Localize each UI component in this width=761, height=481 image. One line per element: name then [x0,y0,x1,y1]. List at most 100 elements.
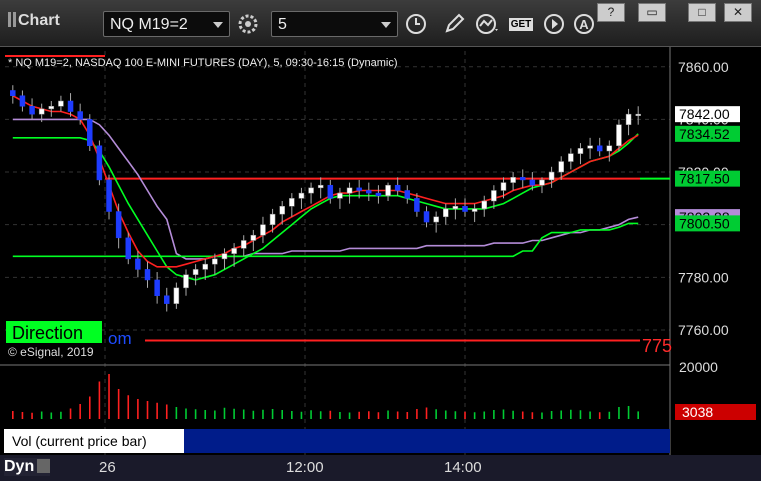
y-tick-label: 7860.00 [678,59,729,75]
candle [491,190,497,202]
candle [462,206,468,212]
candle [67,100,74,112]
candle [606,145,613,152]
chevron-down-icon[interactable] [381,22,391,28]
get-icon[interactable]: GET [506,11,536,37]
title-bar: Chart NQ M19=2 5 GET A ? ▭ □ ✕ [0,0,761,47]
clock-icon[interactable] [402,11,430,37]
candle [87,119,93,146]
candle [221,253,228,260]
symbol-value: NQ M19=2 [110,16,188,33]
partial-label: om [108,329,132,348]
candle [19,95,26,107]
candle [183,274,189,289]
grip-icon [13,12,16,27]
candle [29,106,35,115]
candle [558,161,564,173]
x-tick-1400: 14:00 [444,459,482,476]
candle [48,106,55,110]
chevron-down-icon[interactable] [213,22,223,28]
maximize-button[interactable]: □ [688,3,716,22]
candle [38,108,45,115]
candle [58,100,64,107]
candle [173,287,180,304]
candle [260,224,266,236]
candle [192,269,199,275]
candle [481,200,487,210]
candle [202,263,208,270]
dyn-button[interactable]: Dyn [4,458,51,476]
candle [568,153,574,162]
candle [616,124,622,146]
candle [635,113,641,116]
close-button[interactable]: ✕ [724,3,752,22]
candle [317,184,324,189]
candle [414,198,420,212]
price-tag-label: 7800.50 [679,215,730,231]
candle [443,208,449,218]
candle [125,237,132,260]
candle [164,295,170,304]
price-tag-label: 7817.50 [679,171,730,187]
x-tick-26: 26 [99,459,116,476]
interval-dropdown[interactable]: 5 [271,11,398,37]
candle [577,148,584,154]
candle [356,187,362,191]
x-tick-1200: 12:00 [286,459,324,476]
partial-price-label: 775 [642,336,672,356]
y-tick-label: 7760.00 [678,322,729,338]
candle [337,192,343,199]
alert-icon[interactable]: A [570,11,598,37]
volume-label-text: Vol (current price bar) [12,433,147,449]
candle [510,177,516,183]
candle [77,111,83,120]
play-icon[interactable] [540,11,568,37]
dyn-label-text: Dyn [4,458,35,475]
candle [106,179,112,212]
fx-icon[interactable] [37,459,51,473]
candle [539,179,545,186]
volume-strip [184,429,670,453]
candle [452,206,459,210]
price-tag-label: 7842.00 [679,106,730,122]
candle [289,198,295,207]
y-tick-label: 7780.00 [678,269,729,285]
candle [154,279,160,296]
grip-icon [8,12,11,27]
candle [269,213,276,225]
window-title[interactable]: Chart [8,12,60,30]
candle [10,90,16,96]
price-chart[interactable]: 7860.007840.007820.007800.007780.007760.… [0,47,761,467]
candle [279,206,285,215]
candle [587,145,593,149]
candle [327,184,334,199]
direction-label: Direction [12,323,83,343]
study-icon[interactable] [474,11,502,37]
pencil-icon[interactable] [440,11,468,37]
candle [519,177,526,181]
symbol-dropdown[interactable]: NQ M19=2 [103,11,230,37]
vol-tag-label: 3038 [682,404,713,420]
candle [394,184,401,191]
restore-button[interactable]: ▭ [638,3,666,22]
candle [375,192,382,196]
candle [529,179,536,186]
svg-text:A: A [579,17,589,32]
copyright-text: © eSignal, 2019 [8,345,94,359]
candle [212,258,218,265]
help-button[interactable]: ? [597,3,625,22]
candle [298,192,305,199]
candle [471,208,478,212]
candle [231,248,237,254]
gear-icon[interactable] [234,11,262,37]
candle [240,240,247,249]
candle [308,187,314,194]
candle [548,171,555,181]
candle [404,190,411,199]
candle [433,216,439,223]
volume-study-label: Vol (current price bar) [4,429,184,453]
close-icon[interactable]: ✕ [171,426,183,443]
candle [135,258,141,270]
window-title-text: Chart [18,12,60,29]
candle [144,269,151,281]
